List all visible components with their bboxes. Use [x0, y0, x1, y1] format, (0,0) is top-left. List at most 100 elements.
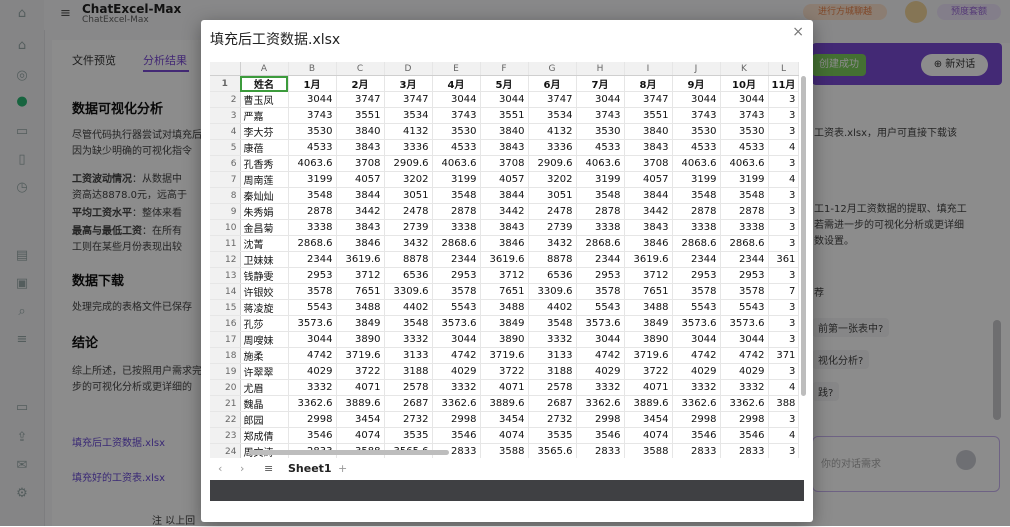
- salary-cell[interactable]: 4071: [624, 379, 673, 396]
- sheet-tab[interactable]: Sheet1: [288, 462, 332, 475]
- column-header[interactable]: 3月: [384, 75, 433, 92]
- row-number[interactable]: 8: [210, 187, 241, 204]
- column-header[interactable]: 9月: [672, 75, 721, 92]
- salary-cell[interactable]: 2953: [720, 267, 769, 284]
- salary-cell[interactable]: 2344: [720, 251, 769, 268]
- salary-cell[interactable]: 3: [768, 235, 800, 252]
- salary-cell[interactable]: 2739: [384, 219, 433, 236]
- salary-cell[interactable]: 3199: [288, 171, 337, 188]
- salary-cell[interactable]: 3188: [384, 363, 433, 380]
- salary-cell[interactable]: 4029: [432, 363, 481, 380]
- salary-cell[interactable]: 3488: [336, 299, 385, 316]
- column-letter[interactable]: B: [288, 62, 337, 76]
- salary-cell[interactable]: 4402: [528, 299, 577, 316]
- salary-cell[interactable]: 3843: [336, 139, 385, 156]
- salary-cell[interactable]: 3332: [720, 379, 769, 396]
- column-letter[interactable]: E: [432, 62, 481, 76]
- salary-cell[interactable]: 3578: [288, 283, 337, 300]
- salary-cell[interactable]: 4063.6: [288, 155, 337, 172]
- salary-cell[interactable]: 3336: [384, 139, 433, 156]
- name-cell[interactable]: 蒋凌旋: [240, 299, 289, 316]
- salary-cell[interactable]: 2578: [384, 379, 433, 396]
- salary-cell[interactable]: 2878: [720, 203, 769, 220]
- salary-cell[interactable]: 3619.6: [480, 251, 529, 268]
- row-number[interactable]: 20: [210, 379, 241, 396]
- salary-cell[interactable]: 2868.6: [576, 235, 625, 252]
- salary-cell[interactable]: 4063.6: [432, 155, 481, 172]
- salary-cell[interactable]: 3530: [288, 123, 337, 140]
- salary-cell[interactable]: 3044: [576, 91, 625, 108]
- column-header[interactable]: 4月: [432, 75, 481, 92]
- row-number[interactable]: 18: [210, 347, 241, 364]
- salary-cell[interactable]: 3336: [528, 139, 577, 156]
- salary-cell[interactable]: 3332: [576, 379, 625, 396]
- salary-cell[interactable]: 3846: [624, 235, 673, 252]
- salary-cell[interactable]: 8878: [528, 251, 577, 268]
- salary-cell[interactable]: 3530: [576, 123, 625, 140]
- salary-cell[interactable]: 3199: [576, 171, 625, 188]
- salary-cell[interactable]: 7651: [480, 283, 529, 300]
- salary-cell[interactable]: 3843: [624, 219, 673, 236]
- salary-cell[interactable]: 4742: [432, 347, 481, 364]
- corner-cell[interactable]: [210, 62, 241, 76]
- salary-cell[interactable]: 3535: [528, 427, 577, 444]
- name-cell[interactable]: 秦灿灿: [240, 187, 289, 204]
- salary-cell[interactable]: 3548: [720, 187, 769, 204]
- salary-cell[interactable]: 2953: [288, 267, 337, 284]
- column-header[interactable]: 11月: [768, 75, 800, 92]
- name-cell[interactable]: 郑成倩: [240, 427, 289, 444]
- salary-cell[interactable]: 3454: [480, 411, 529, 428]
- salary-cell[interactable]: 3840: [336, 123, 385, 140]
- salary-cell[interactable]: 3890: [480, 331, 529, 348]
- salary-cell[interactable]: 4132: [528, 123, 577, 140]
- salary-cell[interactable]: 3849: [624, 315, 673, 332]
- salary-cell[interactable]: 3722: [480, 363, 529, 380]
- salary-cell[interactable]: 2478: [384, 203, 433, 220]
- name-cell[interactable]: 许银姣: [240, 283, 289, 300]
- salary-cell[interactable]: 4533: [432, 139, 481, 156]
- salary-cell[interactable]: 3338: [672, 219, 721, 236]
- salary-cell[interactable]: 3362.6: [576, 395, 625, 412]
- salary-cell[interactable]: 3051: [384, 187, 433, 204]
- salary-cell[interactable]: 3051: [528, 187, 577, 204]
- salary-cell[interactable]: 2909.6: [384, 155, 433, 172]
- salary-cell[interactable]: 2953: [672, 267, 721, 284]
- salary-cell[interactable]: 3530: [672, 123, 721, 140]
- salary-cell[interactable]: 3338: [576, 219, 625, 236]
- salary-cell[interactable]: 5543: [576, 299, 625, 316]
- salary-cell[interactable]: 2868.6: [672, 235, 721, 252]
- row-number[interactable]: 21: [210, 395, 241, 412]
- salary-cell[interactable]: 3338: [288, 219, 337, 236]
- column-header[interactable]: 5月: [480, 75, 529, 92]
- salary-cell[interactable]: 3202: [384, 171, 433, 188]
- name-cell[interactable]: 沈菁: [240, 235, 289, 252]
- row-number[interactable]: 7: [210, 171, 241, 188]
- name-cell[interactable]: 尤眉: [240, 379, 289, 396]
- name-cell[interactable]: 孔香秀: [240, 155, 289, 172]
- salary-cell[interactable]: 6536: [528, 267, 577, 284]
- salary-cell[interactable]: 7: [768, 283, 800, 300]
- spreadsheet-grid[interactable]: A B C D E F G H I J K L 1 姓名 1月 2月 3月 4月 5月 6月 7月 8月 9月 10月 11月 2…: [210, 62, 804, 474]
- name-cell[interactable]: 魏晶: [240, 395, 289, 412]
- salary-cell[interactable]: 3: [768, 315, 800, 332]
- salary-cell[interactable]: 4071: [336, 379, 385, 396]
- salary-cell[interactable]: 3: [768, 107, 800, 124]
- column-header[interactable]: 10月: [720, 75, 769, 92]
- salary-cell[interactable]: 3530: [720, 123, 769, 140]
- salary-cell[interactable]: 3202: [528, 171, 577, 188]
- salary-cell[interactable]: 4057: [336, 171, 385, 188]
- row-number[interactable]: 13: [210, 267, 241, 284]
- vertical-scrollbar[interactable]: [801, 76, 806, 396]
- next-sheet-icon[interactable]: ›: [240, 462, 244, 475]
- salary-cell[interactable]: 3548: [576, 187, 625, 204]
- salary-cell[interactable]: 3573.6: [672, 315, 721, 332]
- salary-cell[interactable]: 3844: [336, 187, 385, 204]
- salary-cell[interactable]: 3454: [336, 411, 385, 428]
- salary-cell[interactable]: 2739: [528, 219, 577, 236]
- salary-cell[interactable]: 3044: [576, 331, 625, 348]
- name-cell[interactable]: 周嗖妹: [240, 331, 289, 348]
- salary-cell[interactable]: 2578: [528, 379, 577, 396]
- salary-cell[interactable]: 2998: [432, 411, 481, 428]
- column-header[interactable]: 6月: [528, 75, 577, 92]
- salary-cell[interactable]: 2868.6: [432, 235, 481, 252]
